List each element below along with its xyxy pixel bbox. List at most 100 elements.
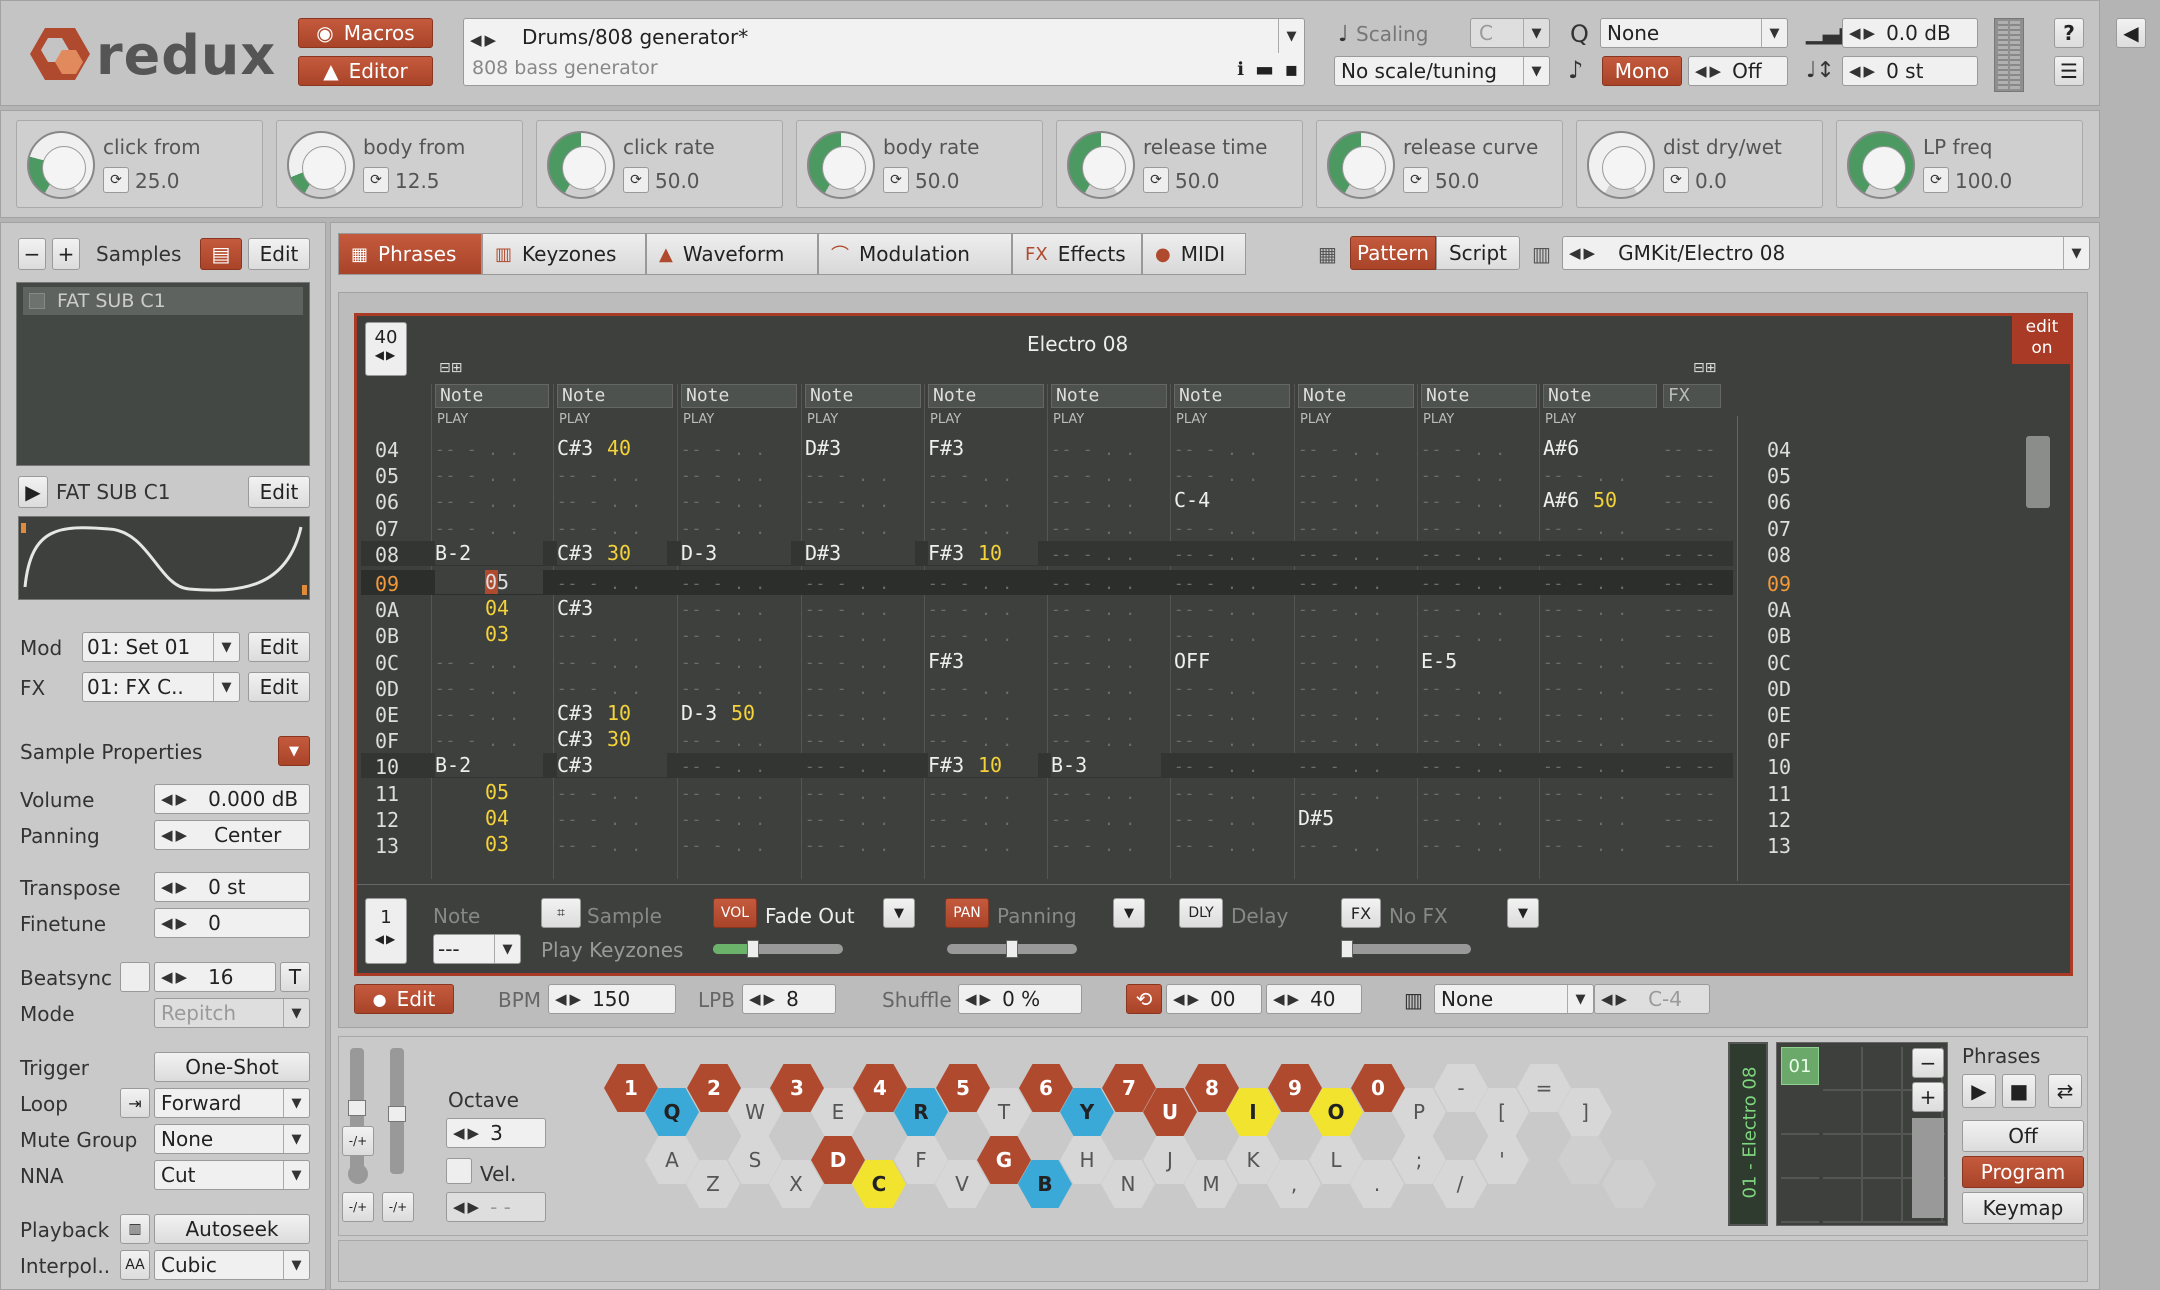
edit-mode-button[interactable]: ● Edit [354,984,454,1014]
phrase-stop-icon[interactable]: ■ [2002,1074,2036,1108]
note-cell[interactable]: C#3 [557,701,593,725]
note-column-header[interactable]: Note [1543,384,1657,408]
note-cell[interactable]: B-2 [435,753,471,777]
phrase-slot-scrollbar[interactable] [1912,1118,1944,1218]
macro-knob[interactable] [1847,131,1915,199]
note-cell[interactable]: C#3 [557,596,593,620]
prop-select[interactable]: Forward ▼ [154,1088,310,1118]
prop-button[interactable]: One-Shot [154,1052,310,1082]
fx-dropdown-icon[interactable]: ▼ [1507,898,1539,928]
volume-cell[interactable]: 30 [607,727,631,751]
info-icon[interactable]: ℹ [1237,59,1244,80]
volume-cell[interactable]: 10 [978,541,1002,565]
prop-button[interactable]: Autoseek [154,1214,310,1244]
volume-cell[interactable]: 05 [485,570,509,594]
note-cell[interactable]: F#3 [928,541,964,565]
collapse-left-icon[interactable]: ◀ [2116,18,2146,48]
sample-list-item[interactable]: FAT SUB C1 [23,287,303,315]
phrase-editor[interactable]: 40 ◀▶ Electro 08 edit on ⊟⊞ ⊟⊞ Note PLAY No… [354,313,2073,976]
volume-cell[interactable]: 10 [978,753,1002,777]
vol-tag[interactable]: VOL [713,898,757,928]
samples-edit-button[interactable]: Edit [248,238,310,270]
note-cell[interactable]: B-3 [1051,753,1087,777]
note-cell[interactable]: E-5 [1421,649,1457,673]
note-column-header[interactable]: Note [435,384,549,408]
vol-slider[interactable] [713,940,843,958]
loop-end-field[interactable]: ◀▶ 40 [1266,984,1362,1014]
macro-knob[interactable] [1327,131,1395,199]
macro-mapping-icon[interactable]: ⟳ [883,167,909,193]
row-number[interactable]: 0C [375,651,399,675]
volume-cell[interactable]: 05 [485,780,509,804]
pattern-button[interactable]: Pattern [1350,236,1436,270]
macro-mapping-icon[interactable]: ⟳ [103,167,129,193]
macro-knob[interactable] [287,131,355,199]
pan-slider[interactable] [947,940,1077,958]
volume-field[interactable]: ◀▶ 0.0 dB [1842,18,1978,48]
phrase-play-icon[interactable]: ▶ [1962,1074,1996,1108]
prop-field[interactable]: ◀▶ 0 [154,908,310,938]
note-cell[interactable]: C-4 [1174,488,1210,512]
row-number[interactable]: 13 [375,834,399,858]
macro-mapping-icon[interactable]: ⟳ [1663,167,1689,193]
preset-path[interactable]: Drums/808 generator* [522,25,748,49]
volume-cell[interactable]: 40 [607,436,631,460]
pan-tag[interactable]: PAN [945,898,989,928]
key-tracking-select[interactable]: None ▼ [1434,984,1594,1014]
remove-sample-button[interactable]: − [18,238,46,270]
sample-play-icon[interactable]: ▶ [18,476,48,508]
prop-field[interactable]: ◀▶ 16 [154,962,276,992]
note-cell[interactable]: D-3 [681,701,717,725]
loop-icon[interactable]: ⇥ [120,1088,150,1118]
transpose-field[interactable]: ◀▶ 0 st [1842,56,1978,86]
tab-waveform[interactable]: ▲ Waveform [646,233,818,275]
phrase-off-button[interactable]: Off [1962,1120,2084,1152]
note-cell[interactable]: B-2 [435,541,471,565]
save-icon[interactable]: ▪ [1284,57,1298,81]
macro-knob[interactable] [1587,131,1655,199]
editor-button[interactable]: ▲ Editor [298,56,433,86]
velocity-field[interactable]: ◀▶ - - [446,1192,546,1222]
macros-button[interactable]: ◉ Macros [298,18,433,48]
volume-cell[interactable]: 50 [731,701,755,725]
note-column-header[interactable]: Note [557,384,673,408]
pitch-reset-icon[interactable]: -/+ [342,1192,374,1222]
edit-on-badge[interactable]: edit on [2012,314,2072,364]
note-cell[interactable]: D#3 [805,541,841,565]
playback-icon[interactable]: ▥ [120,1214,150,1244]
collapse-columns-icon[interactable]: ⊟⊞ [439,360,462,376]
volume-cell[interactable]: 04 [485,596,509,620]
scaling-key-select[interactable]: C ▼ [1470,18,1550,48]
volume-cell[interactable]: 04 [485,806,509,830]
properties-dropdown-icon[interactable]: ▼ [278,736,310,766]
volume-cell[interactable]: 03 [485,622,509,646]
volume-cell[interactable]: 03 [485,832,509,856]
tab-midi[interactable]: ● MIDI [1142,233,1246,275]
note-cell[interactable]: D-3 [681,541,717,565]
interpolation-icon[interactable]: AA [120,1250,150,1280]
phrase-remove-button[interactable]: − [1912,1048,1944,1078]
phrase-sync-icon[interactable]: ⇄ [2048,1074,2082,1108]
step-field[interactable]: 1 ◀▶ [365,898,407,964]
help-button[interactable]: ? [2054,18,2084,48]
note-cell[interactable]: D#5 [1298,806,1334,830]
macro-knob[interactable] [807,131,875,199]
folder-icon[interactable]: ▬ [1255,57,1274,81]
mod-edit-button[interactable]: Edit [248,632,310,662]
row-number[interactable]: 11 [375,782,399,806]
prop-field[interactable]: ◀▶ 0.000 dB [154,784,310,814]
note-cell[interactable]: C#3 [557,436,593,460]
tab-effects[interactable]: FX Effects [1012,233,1142,275]
prop-select[interactable]: Cut ▼ [154,1160,310,1190]
tab-modulation[interactable]: ⌒ Modulation [818,233,1012,275]
mod-reset-icon[interactable]: -/+ [382,1192,414,1222]
fx-tag[interactable]: FX [1341,898,1381,928]
note-column-header[interactable]: Note [1421,384,1537,408]
phrase-program-button[interactable]: Program [1962,1156,2084,1188]
key-note-field[interactable]: ◀▶ C-4 [1594,984,1710,1014]
fx-slider[interactable] [1341,940,1471,958]
note-column-header[interactable]: Note [1051,384,1167,408]
prop-select[interactable]: Cubic ▼ [154,1250,310,1280]
note-column-header[interactable]: Note [681,384,797,408]
bpm-field[interactable]: ◀▶ 150 [548,984,676,1014]
